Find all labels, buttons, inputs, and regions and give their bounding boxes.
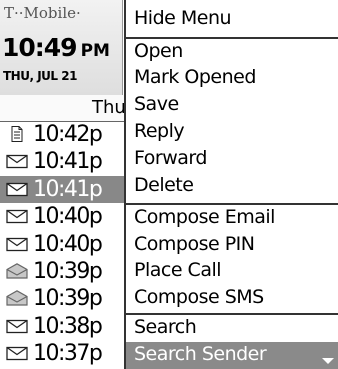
menu-item-forward[interactable]: Forward — [134, 147, 207, 169]
message-row[interactable]: 10:40p — [0, 203, 124, 230]
message-row[interactable]: 10:42p — [0, 121, 124, 148]
message-row[interactable]: 10:39p — [0, 285, 124, 312]
menu-item-reply[interactable]: Reply — [134, 120, 185, 142]
menu-separator — [126, 37, 338, 39]
menu-item-mark-opened[interactable]: Mark Opened — [134, 66, 256, 88]
message-row[interactable]: 10:38p — [0, 313, 124, 340]
menu-item-compose-pin[interactable]: Compose PIN — [134, 233, 255, 255]
message-row[interactable]: 10:41p — [0, 148, 124, 175]
scroll-down-icon — [322, 358, 334, 364]
message-row[interactable]: 10:41p — [0, 175, 124, 204]
menu-item-compose-email[interactable]: Compose Email — [134, 206, 275, 228]
message-time: 10:40p — [33, 231, 103, 257]
message-time: 10:42p — [33, 122, 103, 147]
clock-ampm: PM — [80, 41, 110, 61]
message-list[interactable]: 10:42p 10:41p 10:41p 10:40p 10:40p 10:39p 10:3… — [0, 121, 124, 368]
context-menu: Hide Menu Open Mark Opened Save Reply Fo… — [124, 0, 338, 369]
day-header-label: Thu — [92, 97, 126, 118]
message-row[interactable]: 10:39p — [0, 258, 124, 285]
menu-separator — [126, 203, 338, 205]
clock-time: 10:49 — [2, 33, 78, 62]
open-envelope-icon — [6, 290, 28, 306]
envelope-icon — [6, 153, 28, 169]
day-header: Thu — [0, 95, 126, 122]
envelope-icon — [6, 208, 28, 224]
message-time: 10:38p — [33, 313, 103, 339]
clock: 10:49 PM — [2, 33, 110, 62]
envelope-icon — [6, 236, 28, 252]
menu-item-open[interactable]: Open — [134, 40, 183, 62]
message-time: 10:39p — [33, 286, 103, 312]
menu-item-delete[interactable]: Delete — [134, 174, 194, 196]
message-time: 10:39p — [33, 258, 103, 284]
menu-separator — [126, 313, 338, 315]
open-envelope-icon — [6, 263, 28, 279]
date-label: THU, JUL 21 — [3, 69, 77, 83]
menu-item-compose-sms[interactable]: Compose SMS — [134, 286, 264, 308]
message-time: 10:37p — [33, 341, 103, 367]
envelope-icon — [6, 345, 28, 361]
message-row[interactable]: 10:37p — [0, 340, 124, 367]
message-time: 10:41p — [33, 149, 103, 175]
message-time: 10:40p — [33, 204, 103, 230]
menu-item-hide-menu[interactable]: Hide Menu — [134, 7, 232, 29]
envelope-icon — [6, 318, 28, 334]
envelope-icon — [6, 181, 28, 197]
status-panel: T··Mobile· 10:49 PM THU, JUL 21 — [0, 0, 123, 96]
menu-item-search-sender[interactable]: Search Sender — [134, 343, 267, 365]
menu-item-search-sender-highlight[interactable]: Search Sender — [126, 342, 338, 369]
message-row[interactable]: 10:40p — [0, 231, 124, 258]
menu-item-search[interactable]: Search — [134, 316, 197, 338]
blackberry-screen: T··Mobile· 10:49 PM THU, JUL 21 Thu 10:42… — [0, 0, 338, 369]
menu-item-save[interactable]: Save — [134, 93, 179, 115]
document-icon — [6, 126, 28, 142]
menu-item-place-call[interactable]: Place Call — [134, 259, 222, 281]
carrier-name: T··Mobile· — [4, 4, 81, 22]
message-time: 10:41p — [33, 176, 103, 202]
